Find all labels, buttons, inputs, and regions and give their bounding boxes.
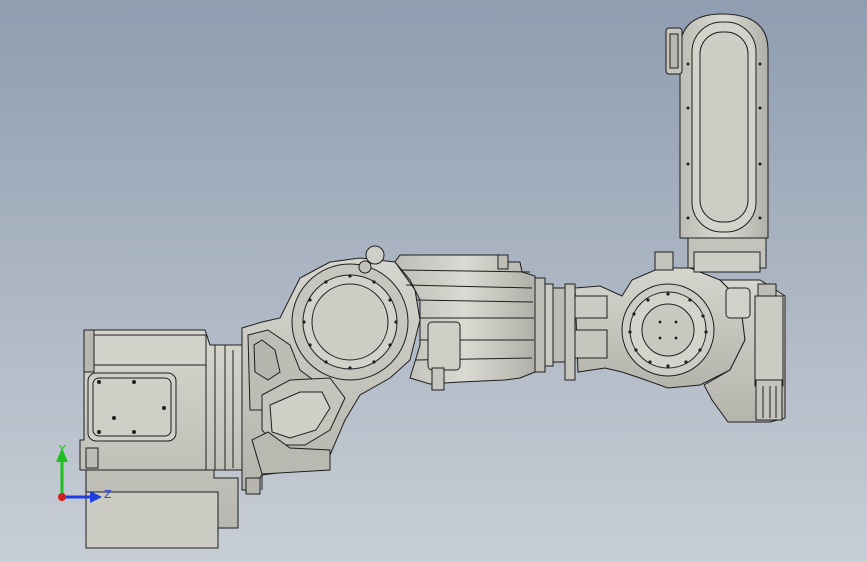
triad-x-axis	[58, 493, 66, 501]
robot-model-canvas[interactable]: Y Z	[0, 0, 867, 562]
robot-base[interactable]	[79, 329, 243, 549]
cad-viewport[interactable]: Y Z	[0, 0, 867, 562]
forearm-vertical[interactable]	[665, 13, 769, 273]
triad-y-label: Y	[58, 443, 66, 456]
triad-z-label: Z	[104, 488, 112, 501]
